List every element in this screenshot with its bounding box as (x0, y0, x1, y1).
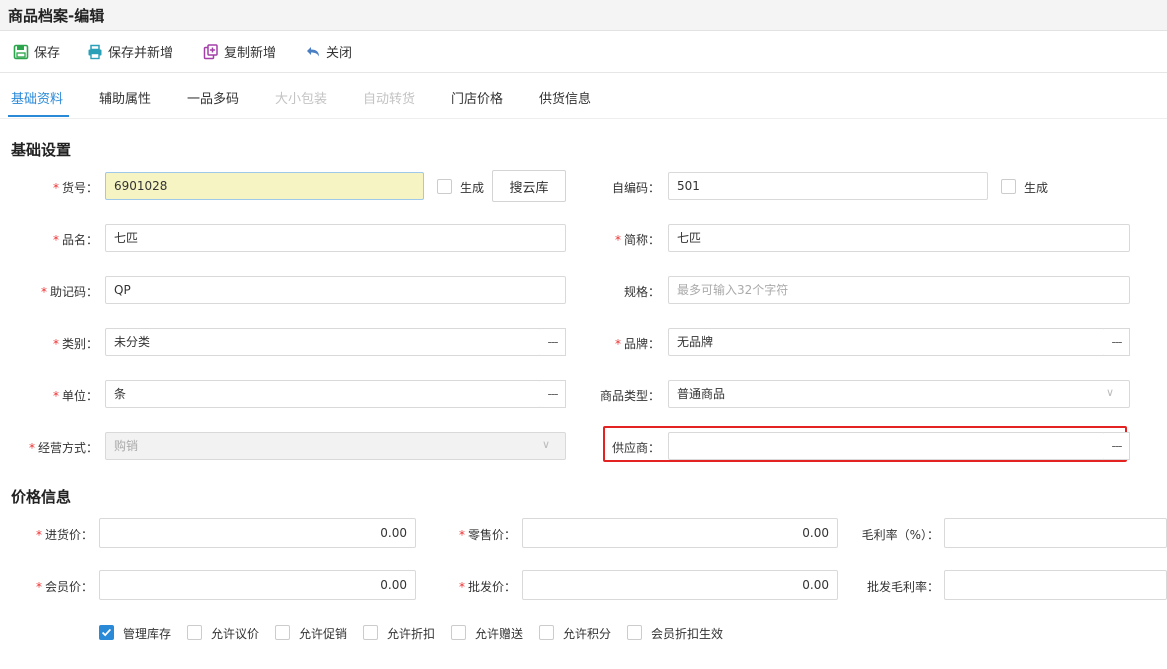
product-type-label: 商品类型： (599, 389, 660, 403)
save-icon (13, 44, 29, 59)
short-name-label: * 简称： (614, 233, 660, 247)
allow-points-checkbox[interactable] (539, 625, 554, 640)
allow-points-label: 允许积分 (563, 627, 612, 641)
window-title: 商品档案-编辑 (8, 7, 105, 25)
allow-promotion-checkbox[interactable] (275, 625, 290, 640)
close-label: 关闭 (326, 46, 353, 61)
category-label: * 类别： (52, 337, 98, 351)
retail-price-input[interactable]: 0.00 (522, 518, 838, 548)
retail-price-label: * 零售价： (458, 528, 516, 542)
allow-discount-checkbox[interactable] (363, 625, 378, 640)
wholesale-price-input[interactable]: 0.00 (522, 570, 838, 600)
selfcode-generate-label: 生成 (1024, 181, 1049, 195)
short-name-input[interactable]: 七匹 (668, 224, 1130, 252)
cloud-search-button[interactable]: 搜云库 (492, 170, 566, 202)
margin-rate-input[interactable] (944, 518, 1167, 548)
allow-gift-checkbox[interactable] (451, 625, 466, 640)
tab-basic-info[interactable]: 基础资料 (11, 88, 63, 107)
member-price-input[interactable]: 0.00 (99, 570, 416, 600)
undo-arrow-icon (307, 46, 319, 56)
margin-rate-label: 毛利率（%）： (861, 528, 939, 542)
code-label: * 货号： (52, 181, 98, 195)
tab-auto-transfer: 自动转货 (363, 92, 416, 107)
manage-stock-checkbox[interactable] (99, 625, 114, 640)
member-discount-label: 会员折扣生效 (651, 627, 724, 641)
unit-input[interactable]: 条 (105, 380, 541, 408)
toolbar (0, 31, 1167, 73)
brand-input[interactable]: 无品牌 (668, 328, 1105, 356)
allow-bargain-label: 允许议价 (211, 627, 260, 641)
copy-new-button[interactable]: 复制新增 (203, 42, 276, 61)
supplier-input[interactable] (668, 432, 1105, 460)
mnemonic-input[interactable]: QP (105, 276, 566, 304)
selfcode-generate-checkbox[interactable] (1001, 179, 1016, 194)
wholesale-margin-label: 批发毛利率： (866, 580, 939, 594)
copy-new-label: 复制新增 (224, 46, 277, 61)
business-mode-select: 购销 (105, 432, 566, 460)
brand-label: * 品牌： (614, 337, 660, 351)
unit-label: * 单位： (52, 389, 98, 403)
spec-label: 规格： (623, 285, 660, 299)
close-button[interactable]: 关闭 (305, 42, 352, 61)
allow-bargain-checkbox[interactable] (187, 625, 202, 640)
mnemonic-label: * 助记码： (40, 285, 98, 299)
product-type-select[interactable]: 普通商品 (668, 380, 1130, 408)
name-label: * 品名： (52, 233, 98, 247)
purchase-price-label: * 进货价： (35, 528, 93, 542)
member-price-label: * 会员价： (35, 580, 93, 594)
supplier-picker-button[interactable]: --- (1104, 432, 1130, 460)
section-title-price: 价格信息 (11, 488, 72, 506)
tab-supply-info[interactable]: 供货信息 (539, 88, 591, 107)
wholesale-price-label: * 批发价： (458, 580, 516, 594)
code-generate-checkbox[interactable] (437, 179, 452, 194)
code-input[interactable]: 6901028 (105, 172, 424, 200)
active-tab-indicator (8, 115, 69, 117)
code-generate-label: 生成 (460, 181, 485, 195)
unit-picker-button[interactable]: --- (540, 380, 566, 408)
category-input[interactable]: 未分类 (105, 328, 541, 356)
selfcode-label: 自编码： (611, 181, 660, 195)
save-and-new-button[interactable]: 保存并新增 (87, 42, 173, 61)
tab-package-size: 大小包装 (275, 92, 328, 107)
allow-discount-label: 允许折扣 (387, 627, 436, 641)
member-discount-checkbox[interactable] (627, 625, 642, 640)
business-mode-label: * 经营方式： (28, 441, 98, 455)
save-button[interactable]: 保存 (13, 42, 60, 61)
copy-add-icon (203, 43, 218, 59)
tab-store-price[interactable]: 门店价格 (451, 88, 503, 107)
name-input[interactable]: 七匹 (105, 224, 566, 252)
spec-input[interactable]: 最多可输入32个字符 (668, 276, 1130, 304)
allow-gift-label: 允许赠送 (475, 627, 524, 641)
supplier-label: 供应商： (611, 441, 660, 455)
printer-icon (88, 44, 102, 59)
chevron-down-icon: ∨ (1106, 386, 1115, 399)
save-label: 保存 (34, 46, 61, 61)
tab-auxiliary-attributes[interactable]: 辅助属性 (99, 88, 151, 107)
purchase-price-input[interactable]: 0.00 (99, 518, 416, 548)
save-and-new-label: 保存并新增 (108, 46, 174, 61)
allow-promotion-label: 允许促销 (299, 627, 348, 641)
checkmark-icon (101, 628, 112, 637)
section-title-basic: 基础设置 (11, 141, 72, 159)
tab-multi-code[interactable]: 一品多码 (187, 88, 239, 107)
manage-stock-label: 管理库存 (123, 627, 172, 641)
chevron-down-icon: ∨ (542, 438, 551, 451)
title-bar (0, 0, 1167, 31)
category-picker-button[interactable]: --- (540, 328, 566, 356)
wholesale-margin-input[interactable] (944, 570, 1167, 600)
brand-picker-button[interactable]: --- (1104, 328, 1130, 356)
selfcode-input[interactable]: 501 (668, 172, 988, 200)
